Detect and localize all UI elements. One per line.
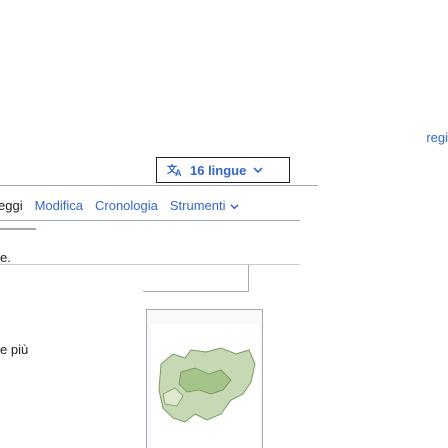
text-fragment: e. — [0, 250, 11, 265]
tabs-underline — [0, 220, 300, 221]
map-image — [151, 324, 259, 448]
infobox-image[interactable] — [146, 309, 263, 448]
header-link-register[interactable]: regi — [426, 130, 448, 145]
chevron-down-icon — [253, 167, 263, 174]
tab-tools-label: Strumenti — [169, 197, 226, 213]
page-actions-tabs: eggi Modifica Cronologia Strumenti — [0, 194, 239, 216]
tab-tools[interactable]: Strumenti — [170, 198, 239, 213]
svg-text:A: A — [175, 168, 182, 177]
header-divider — [0, 185, 318, 186]
chevron-down-icon — [229, 203, 239, 209]
tab-edit[interactable]: Modifica — [35, 198, 83, 213]
tabs-active-indicator — [0, 228, 36, 230]
language-selector-button[interactable]: 文 A 16 lingue — [156, 157, 290, 183]
tab-read[interactable]: eggi — [0, 198, 23, 213]
infobox-box — [143, 265, 249, 292]
tab-history[interactable]: Cronologia — [95, 198, 158, 213]
language-count-label: 16 lingue — [190, 162, 247, 178]
translate-icon: 文 A — [167, 163, 182, 177]
text-fragment: e più — [0, 342, 29, 357]
